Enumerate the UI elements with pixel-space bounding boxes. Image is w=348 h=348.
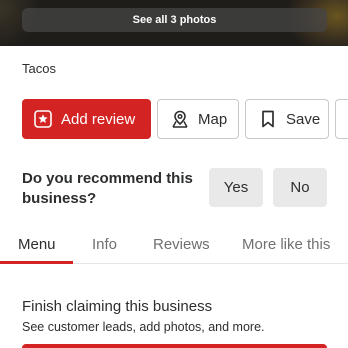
business-tabs: Menu Info Reviews More like this [0, 230, 348, 264]
photo-header: See all 3 photos [0, 0, 348, 46]
save-label: Save [286, 110, 321, 128]
claim-subtitle: See customer leads, add photos, and more… [22, 320, 265, 334]
tab-menu[interactable]: Menu [18, 236, 56, 253]
tab-more-like-this[interactable]: More like this [242, 236, 330, 253]
bookmark-icon [258, 109, 278, 129]
tab-reviews[interactable]: Reviews [153, 236, 210, 253]
active-tab-indicator [0, 261, 73, 264]
star-box-icon [33, 109, 53, 129]
map-pin-icon [170, 109, 190, 129]
see-all-photos-button[interactable]: See all 3 photos [22, 8, 327, 32]
claim-business-button[interactable] [22, 344, 327, 348]
claim-title: Finish claiming this business [22, 298, 213, 315]
add-review-label: Add review [61, 110, 136, 128]
action-buttons-row: Add review Map Save [22, 99, 348, 139]
tab-info[interactable]: Info [92, 236, 117, 253]
save-button[interactable]: Save [245, 99, 329, 139]
add-review-button[interactable]: Add review [22, 99, 151, 139]
recommend-yes-button[interactable]: Yes [209, 168, 263, 207]
map-label: Map [198, 110, 228, 128]
business-category[interactable]: Tacos [22, 61, 56, 76]
more-actions-button[interactable] [335, 99, 348, 139]
map-button[interactable]: Map [157, 99, 239, 139]
recommend-question: Do you recommend this business? [22, 170, 193, 207]
recommend-no-button[interactable]: No [273, 168, 327, 207]
